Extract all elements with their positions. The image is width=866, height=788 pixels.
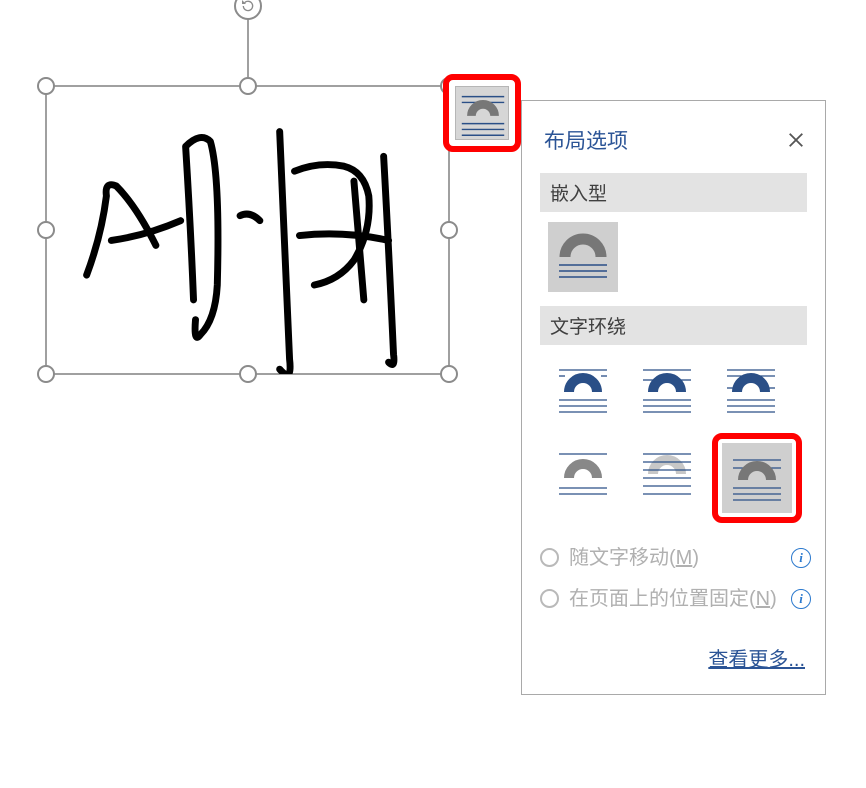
position-radios: 随文字移动(M) i 在页面上的位置固定(N) i — [522, 533, 825, 633]
option-icon — [555, 362, 611, 418]
layout-thumb-icon — [456, 87, 510, 141]
option-top-and-bottom[interactable] — [548, 437, 618, 507]
see-more-link[interactable]: 查看更多... — [708, 649, 805, 671]
popup-title: 布局选项 — [544, 125, 628, 155]
section-inline-header: 嵌入型 — [540, 173, 807, 212]
layout-options-launcher-highlight — [443, 74, 521, 152]
section-wrap-body — [540, 345, 807, 533]
radio-icon — [540, 589, 559, 608]
option-icon — [639, 362, 695, 418]
rotate-handle[interactable] — [234, 0, 262, 20]
section-inline-body — [540, 212, 807, 306]
radio-icon — [540, 548, 559, 567]
rotate-icon — [240, 0, 256, 14]
layout-options-popup: 布局选项 嵌入型 文字环绕 — [521, 100, 826, 695]
wrap-row-1 — [548, 355, 799, 425]
option-icon — [729, 450, 785, 506]
signature-image — [47, 87, 448, 374]
option-in-front-of-text[interactable] — [722, 443, 792, 513]
info-icon[interactable]: i — [791, 589, 811, 609]
option-through[interactable] — [716, 355, 786, 425]
option-tight[interactable] — [632, 355, 702, 425]
layout-options-button[interactable] — [455, 86, 509, 140]
rotate-stem — [247, 17, 249, 77]
option-behind-text[interactable] — [632, 437, 702, 507]
option-icon — [555, 229, 611, 285]
option-in-front-highlight — [712, 433, 802, 523]
section-inline: 嵌入型 — [540, 173, 807, 306]
wrap-row-2 — [548, 437, 799, 519]
see-more-row: 查看更多... — [522, 633, 825, 680]
option-icon — [723, 362, 779, 418]
option-icon — [639, 444, 695, 500]
radio-label: 在页面上的位置固定(N) — [569, 586, 781, 613]
option-inline-with-text[interactable] — [548, 222, 618, 292]
close-button[interactable] — [783, 127, 809, 153]
option-square[interactable] — [548, 355, 618, 425]
section-wrap: 文字环绕 — [540, 306, 807, 533]
close-icon — [787, 131, 805, 149]
radio-move-with-text[interactable]: 随文字移动(M) i — [540, 545, 811, 572]
section-wrap-header: 文字环绕 — [540, 306, 807, 345]
popup-header: 布局选项 — [522, 101, 825, 173]
radio-fixed-position[interactable]: 在页面上的位置固定(N) i — [540, 586, 811, 613]
info-icon[interactable]: i — [791, 548, 811, 568]
radio-label: 随文字移动(M) — [569, 545, 781, 572]
selected-image[interactable] — [45, 85, 450, 375]
option-icon — [555, 444, 611, 500]
